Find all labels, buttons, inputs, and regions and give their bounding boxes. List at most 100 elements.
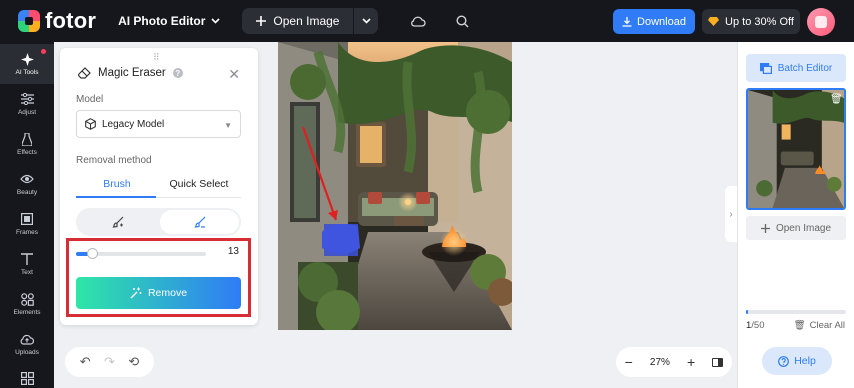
product-name: AI Photo Editor [118, 14, 206, 28]
trash-icon: 🗑 [793, 320, 806, 331]
cloud-button[interactable] [410, 16, 427, 27]
restore-brush-button[interactable] [78, 210, 157, 234]
batch-editor-icon [759, 62, 772, 74]
help-icon[interactable]: ? [172, 68, 183, 78]
zoom-out-icon[interactable]: − [625, 354, 633, 370]
compare-view-icon[interactable] [712, 357, 724, 367]
logo-text: fotor [45, 8, 97, 33]
undo-icon[interactable]: ↶ [80, 354, 91, 370]
cube-icon [85, 118, 96, 130]
open-image-dropdown[interactable] [354, 8, 378, 34]
active-tab-indicator [76, 196, 156, 198]
grid-icon [20, 372, 34, 386]
help-icon [778, 355, 790, 367]
effects-icon [22, 132, 32, 146]
rail-item-beauty[interactable]: Beauty [0, 164, 54, 204]
open-image-button[interactable]: Open Image [242, 8, 353, 34]
rail-item-elements[interactable]: Elements [0, 284, 54, 324]
clear-all-button[interactable]: 🗑 Clear All [794, 320, 845, 331]
rail-label: Elements [13, 309, 41, 316]
notification-dot [41, 49, 46, 54]
close-icon[interactable]: ✕ [228, 66, 240, 83]
search-icon [456, 14, 469, 27]
highlight-box [66, 238, 251, 317]
rail-label: Adjust [17, 109, 37, 116]
avatar[interactable] [807, 8, 835, 36]
removal-method-label: Removal method [76, 155, 152, 166]
rail-label: Effects [17, 149, 37, 156]
help-button[interactable]: Help [762, 347, 832, 375]
rail-item-adjust[interactable]: Adjust [0, 84, 54, 124]
reset-icon[interactable]: ⟲ [128, 354, 139, 370]
plus-icon [760, 223, 770, 233]
download-button[interactable]: Download [613, 9, 695, 34]
chevron-down-icon [211, 18, 220, 24]
open-image-group: Open Image [242, 8, 379, 34]
model-value: Legacy Model [102, 118, 165, 130]
courtyard-photo [278, 42, 512, 330]
beauty-icon [20, 172, 34, 186]
batch-editor-label: Batch Editor [777, 62, 833, 74]
tab-quick-select[interactable]: Quick Select [158, 178, 240, 190]
trash-icon[interactable]: 🗑 [830, 94, 843, 105]
ai-tools-icon [20, 52, 34, 66]
rail-item-ai-tools[interactable]: AI Tools [0, 44, 54, 84]
help-label: Help [794, 355, 816, 367]
zoom-in-icon[interactable]: + [687, 354, 695, 370]
removal-method-tabs: Brush Quick Select [76, 174, 241, 198]
product-menu[interactable]: AI Photo Editor [118, 14, 220, 28]
clear-all-label: Clear All [809, 320, 845, 331]
rail-item-text[interactable]: Text [0, 244, 54, 284]
download-icon [622, 16, 632, 27]
diamond-icon [708, 17, 720, 26]
open-image-label: Open Image [273, 14, 340, 28]
tab-brush[interactable]: Brush [76, 178, 158, 190]
fotor-logo-icon [18, 10, 40, 32]
plus-icon [256, 16, 267, 26]
restore-brush-icon [111, 216, 123, 228]
rail-item-uploads[interactable]: Uploads [0, 324, 54, 364]
zoom-level: 27% [649, 356, 670, 368]
add-image-button[interactable]: Open Image [746, 216, 846, 240]
text-icon [21, 252, 33, 266]
rail-label: Text [21, 269, 33, 276]
progress-fill [746, 310, 748, 314]
drag-handle-icon[interactable]: ⠿ [153, 52, 161, 63]
download-label: Download [637, 15, 686, 28]
panel-header: Magic Eraser ? [78, 67, 183, 79]
top-bar: fotor AI Photo Editor Open Image Downloa… [0, 0, 854, 42]
left-toolbar: AI Tools Adjust Effects Beauty Frames Te… [0, 42, 54, 388]
brush-icon [193, 216, 205, 228]
upload-progress [746, 310, 846, 314]
image-thumbnail[interactable]: 🗑 [746, 88, 846, 210]
offer-button[interactable]: Up to 30% Off [702, 9, 800, 34]
uploads-icon [20, 332, 34, 346]
rail-item-more[interactable] [0, 360, 54, 388]
batch-editor-button[interactable]: Batch Editor [746, 54, 846, 82]
model-select[interactable]: Legacy Model ▼ [76, 110, 241, 138]
rail-item-frames[interactable]: Frames [0, 204, 54, 244]
collapse-right-panel[interactable]: › [725, 186, 737, 242]
search-button[interactable] [456, 14, 469, 28]
panel-title: Magic Eraser [98, 67, 166, 79]
chevron-down-icon [362, 18, 371, 24]
rail-item-effects[interactable]: Effects [0, 124, 54, 164]
zoom-controls: − 27% + [616, 347, 732, 377]
erase-brush-button[interactable] [160, 210, 239, 234]
brush-mode-toggle [76, 208, 241, 236]
frames-icon [21, 212, 33, 226]
cloud-icon [411, 16, 427, 27]
elements-icon [20, 292, 34, 306]
caret-down-icon: ▼ [224, 121, 232, 130]
history-controls: ↶ ↷ ⟲ [65, 347, 154, 377]
add-image-label: Open Image [775, 222, 832, 234]
canvas-image[interactable] [278, 42, 512, 330]
model-label: Model [76, 94, 104, 105]
chevron-right-icon: › [729, 208, 733, 220]
right-panel: Batch Editor 🗑 Open Image 1/50 🗑 Clear A… [737, 42, 854, 388]
count-total: /50 [751, 320, 765, 331]
redo-icon[interactable]: ↷ [104, 354, 115, 370]
eraser-icon [78, 67, 91, 79]
logo[interactable]: fotor [18, 8, 96, 34]
image-count: 1/50 [746, 320, 765, 331]
